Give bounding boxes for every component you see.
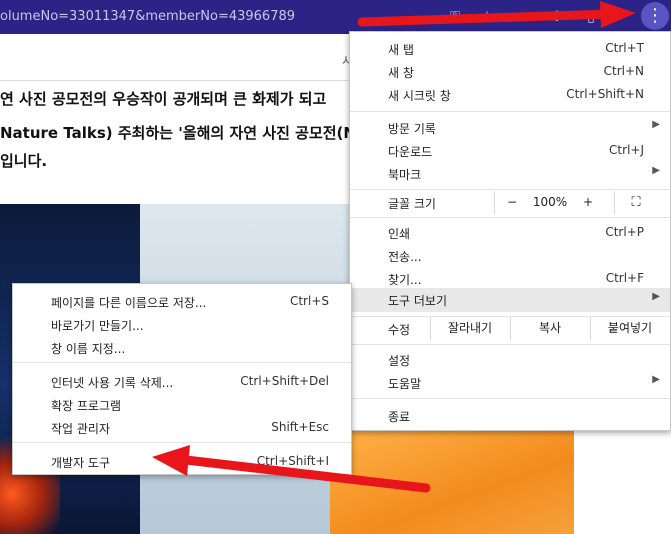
annotation-arrows	[152, 1, 636, 493]
arrow-to-developer-tools	[152, 445, 431, 493]
arrow-to-more-button	[357, 1, 636, 28]
